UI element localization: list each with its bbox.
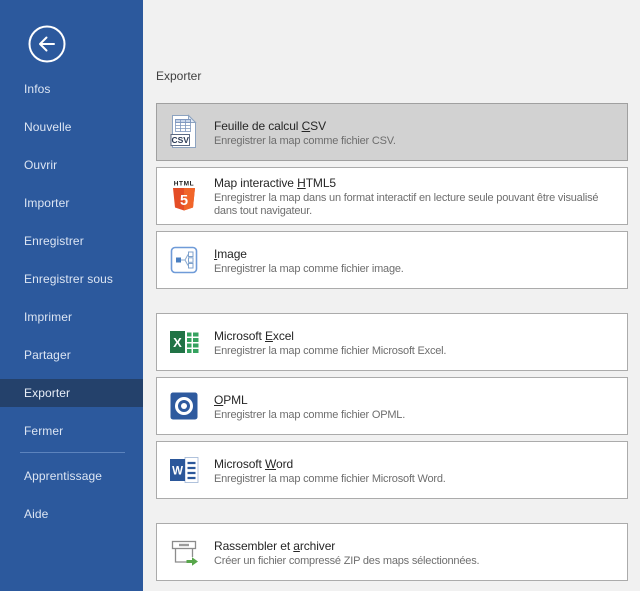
image-file-icon <box>167 240 201 280</box>
option-description: Enregistrer la map dans un format intera… <box>214 192 617 218</box>
sidebar-item-infos[interactable]: Infos <box>0 75 143 103</box>
option-title: Microsoft Word <box>214 457 293 471</box>
excel-icon: X <box>167 322 201 362</box>
sidebar-item-fermer[interactable]: Fermer <box>0 417 143 445</box>
export-option-excel[interactable]: X Microsoft Excel Enregistrer la map com… <box>156 313 628 371</box>
option-title: Microsoft Excel <box>214 329 294 343</box>
svg-text:W: W <box>172 466 183 478</box>
csv-file-icon: CSV <box>167 112 201 152</box>
export-option-image[interactable]: Image Enregistrer la map comme fichier i… <box>156 231 628 289</box>
option-title: Rassembler et archiver <box>214 539 335 553</box>
option-title: Image <box>214 247 247 261</box>
sidebar-item-aide[interactable]: Aide <box>0 500 143 528</box>
sidebar-item-enregistrer-sous[interactable]: Enregistrer sous <box>0 265 143 293</box>
option-title: Map interactive HTML5 <box>214 176 336 190</box>
html5-icon: HTML 5 <box>167 176 201 216</box>
sidebar-item-exporter[interactable]: Exporter <box>0 379 143 407</box>
opml-icon <box>167 386 201 426</box>
sidebar-item-ouvrir[interactable]: Ouvrir <box>0 151 143 179</box>
export-option-word[interactable]: W Microsoft Word Enregistrer la map comm… <box>156 441 628 499</box>
option-description: Créer un fichier compressé ZIP des maps … <box>214 555 617 568</box>
word-icon: W <box>167 450 201 490</box>
export-option-csv[interactable]: CSV Feuille de calcul CSV Enregistrer la… <box>156 103 628 161</box>
export-panel: Exporter CSV Feuille de calcul CSV Enreg… <box>143 0 640 591</box>
back-arrow-icon <box>27 51 67 68</box>
sidebar: Infos Nouvelle Ouvrir Importer Enregistr… <box>0 0 143 591</box>
page-title: Exporter <box>156 69 201 83</box>
sidebar-item-enregistrer[interactable]: Enregistrer <box>0 227 143 255</box>
sidebar-item-apprentissage[interactable]: Apprentissage <box>0 462 143 490</box>
backstage-view: Infos Nouvelle Ouvrir Importer Enregistr… <box>0 0 640 591</box>
svg-text:HTML: HTML <box>174 181 194 188</box>
option-description: Enregistrer la map comme fichier OPML. <box>214 409 617 422</box>
export-option-html5[interactable]: HTML 5 Map interactive HTML5 Enregistrer… <box>156 167 628 225</box>
sidebar-item-imprimer[interactable]: Imprimer <box>0 303 143 331</box>
svg-text:X: X <box>173 335 182 350</box>
svg-text:5: 5 <box>180 193 188 209</box>
sidebar-nav: Infos Nouvelle Ouvrir Importer Enregistr… <box>0 75 143 538</box>
sidebar-item-importer[interactable]: Importer <box>0 189 143 217</box>
svg-text:CSV: CSV <box>171 135 189 145</box>
option-description: Enregistrer la map comme fichier image. <box>214 263 617 276</box>
back-button[interactable] <box>27 24 67 64</box>
sidebar-item-partager[interactable]: Partager <box>0 341 143 369</box>
export-option-opml[interactable]: OPML Enregistrer la map comme fichier OP… <box>156 377 628 435</box>
option-description: Enregistrer la map comme fichier Microso… <box>214 345 617 358</box>
archive-icon <box>167 532 201 572</box>
option-description: Enregistrer la map comme fichier CSV. <box>214 135 617 148</box>
option-title: Feuille de calcul CSV <box>214 119 326 133</box>
export-option-archive[interactable]: Rassembler et archiver Créer un fichier … <box>156 523 628 581</box>
sidebar-separator <box>20 452 125 453</box>
option-description: Enregistrer la map comme fichier Microso… <box>214 473 617 486</box>
option-title: OPML <box>214 393 248 407</box>
sidebar-item-nouvelle[interactable]: Nouvelle <box>0 113 143 141</box>
